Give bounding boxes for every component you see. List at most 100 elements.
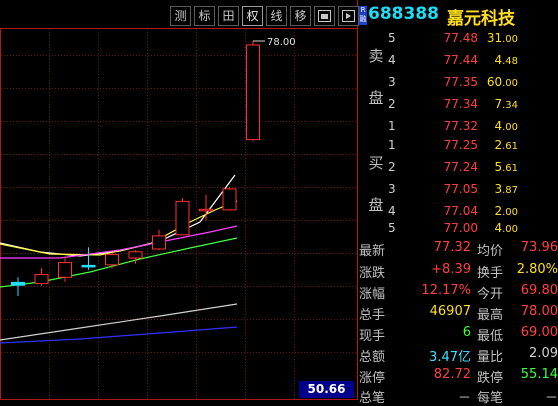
candle-body: [152, 235, 166, 250]
stat-label: 最低: [477, 329, 504, 344]
stat-label: 涨停: [359, 371, 386, 386]
toolbar-button-measure[interactable]: 测: [170, 6, 191, 26]
candle-body: [81, 264, 96, 268]
ask-level: 3: [388, 75, 396, 89]
stat-row: 涨停 82.72 跌停 55.14: [357, 365, 558, 386]
stat-row: 涨幅 12.17% 今开 69.80: [357, 281, 558, 302]
play-icon: [342, 10, 355, 22]
stock-terminal: 78.00 测 标 田 权 线 移 R融 688388 嘉元科技 卖 盘 买 盘…: [0, 0, 558, 406]
ask-volume: 60.00: [486, 75, 518, 89]
bid-volume: 5.61: [494, 160, 518, 174]
stat-value: 78.00: [520, 304, 558, 319]
ask-volume: 4.48: [494, 53, 518, 67]
bid-price: 77.24: [443, 160, 478, 174]
stat-value: 69.00: [520, 325, 558, 340]
stat-value: 82.72: [433, 367, 471, 382]
stat-row: 总额 3.47亿 量比 2.09: [357, 344, 558, 365]
stat-label: 今开: [477, 287, 504, 302]
toolbar-button-layout[interactable]: 田: [218, 6, 239, 26]
ask-level: 1: [388, 119, 396, 133]
stat-row: 最新 77.32 均价 73.96: [357, 238, 558, 259]
stat-value: 2.80%: [516, 262, 558, 277]
ask-price: 77.34: [443, 97, 478, 111]
bid-volume: 2.00: [494, 204, 518, 218]
current-price-marker: 50.66: [299, 381, 354, 398]
bid-price: 77.05: [443, 182, 478, 196]
bid-price: 77.25: [443, 138, 478, 152]
toolbar-button-window[interactable]: [314, 6, 335, 26]
stock-name: 嘉元科技: [447, 9, 515, 29]
stat-row: 涨跌 +8.39 换手 2.80%: [357, 260, 558, 281]
bid-row[interactable]: 3 77.05 3.87: [357, 179, 558, 201]
ask-price: 77.32: [443, 119, 478, 133]
candle-body: [105, 254, 119, 266]
candle-body: [128, 251, 143, 259]
bid-row[interactable]: 1 77.25 2.61: [357, 135, 558, 157]
ma-gray-line: [0, 303, 238, 341]
stat-row: 总笔 － 每笔 －: [357, 385, 558, 406]
bid-level: 5: [388, 221, 396, 235]
stat-label: 每笔: [477, 391, 504, 406]
stat-value: 69.80: [520, 283, 558, 298]
stat-label: 最高: [477, 308, 504, 323]
ask-price: 77.48: [443, 31, 478, 45]
stat-value: 73.96: [520, 240, 558, 255]
toolbar-button-indicator[interactable]: 标: [194, 6, 215, 26]
ask-price: 77.44: [443, 53, 478, 67]
stat-value: 3.47亿: [429, 350, 471, 365]
stock-code: 688388: [368, 4, 439, 24]
candle-body: [199, 208, 213, 212]
stat-value: 6: [462, 325, 471, 340]
stat-label: 均价: [477, 244, 504, 259]
stat-label: 总笔: [359, 391, 386, 406]
margin-badge: R融: [359, 6, 367, 25]
bid-level: 4: [388, 204, 396, 218]
bid-level: 3: [388, 182, 396, 196]
stat-label: 总手: [359, 308, 386, 323]
stat-label: 最新: [359, 244, 386, 259]
candle-body: [11, 281, 25, 286]
ask-row[interactable]: 3 77.35 60.00: [357, 72, 558, 94]
window-icon: [318, 10, 331, 22]
stat-label: 涨幅: [359, 287, 386, 302]
candle-body: [58, 262, 72, 278]
stat-value: －: [457, 391, 471, 406]
stat-value: 2.09: [529, 346, 558, 361]
stat-value: －: [544, 391, 558, 406]
stat-label: 换手: [477, 266, 504, 281]
ask-volume: 31.00: [486, 31, 518, 45]
toolbar-button-play[interactable]: [338, 6, 359, 26]
stat-label: 涨跌: [359, 266, 386, 281]
kline-chart[interactable]: 78.00: [0, 0, 358, 400]
bid-level: 1: [388, 138, 396, 152]
stat-label: 量比: [477, 350, 504, 365]
toolbar-button-rights[interactable]: 权: [242, 6, 263, 26]
peak-label: 78.00: [267, 37, 296, 48]
bid-row[interactable]: 2 77.24 5.61: [357, 157, 558, 179]
bid-price: 77.00: [443, 221, 478, 235]
bid-volume: 2.61: [494, 138, 518, 152]
toolbar-button-line[interactable]: 线: [266, 6, 287, 26]
ask-volume: 4.00: [494, 119, 518, 133]
ask-level: 5: [388, 31, 396, 45]
stat-row: 总手 46907 最高 78.00: [357, 302, 558, 323]
stat-label: 现手: [359, 329, 386, 344]
stat-label: 跌停: [477, 371, 504, 386]
bid-row[interactable]: 5 77.00 4.00: [357, 218, 558, 240]
ask-row[interactable]: 5 77.48 31.00: [357, 28, 558, 50]
bid-volume: 4.00: [494, 221, 518, 235]
stat-value: 12.17%: [421, 283, 471, 298]
ask-price: 77.35: [443, 75, 478, 89]
toolbar-button-move[interactable]: 移: [290, 6, 311, 26]
stat-row: 现手 6 最低 69.00: [357, 323, 558, 344]
stat-label: 总额: [359, 350, 386, 365]
candle-body: [222, 188, 237, 211]
ask-level: 2: [388, 97, 396, 111]
candle-body: [175, 200, 190, 236]
ask-row[interactable]: 4 77.44 4.48: [357, 50, 558, 72]
ask-row[interactable]: 2 77.34 7.34: [357, 94, 558, 116]
stat-value: 46907: [429, 304, 471, 319]
stat-value: +8.39: [431, 262, 471, 277]
bid-volume: 3.87: [494, 182, 518, 196]
ask-volume: 7.34: [494, 97, 518, 111]
